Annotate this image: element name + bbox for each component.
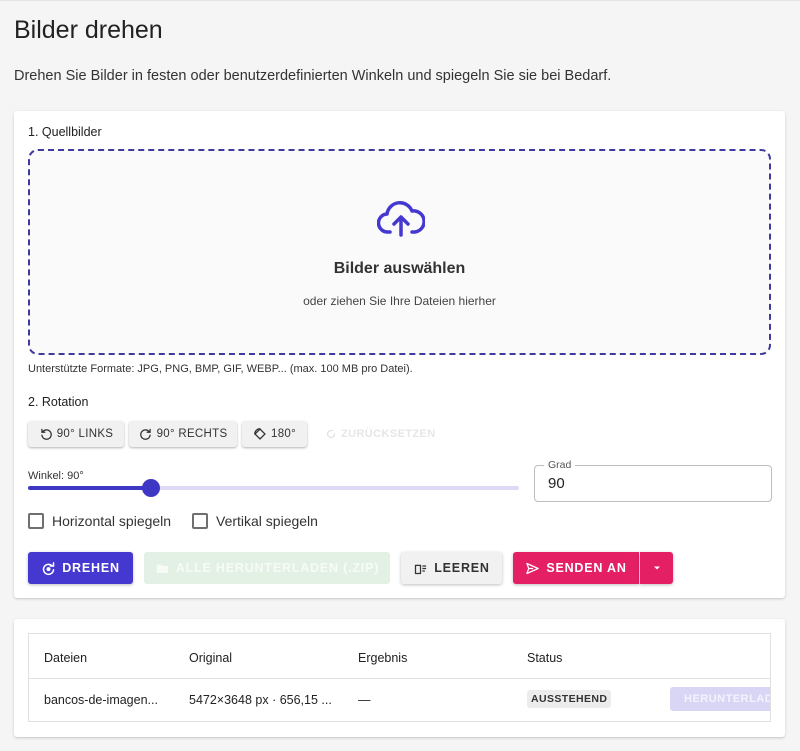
cell-result: —: [358, 693, 371, 707]
reset-button[interactable]: ZURÜCKSETZEN: [325, 427, 436, 441]
rotate-action-icon: [43, 561, 55, 575]
angle-slider-fill: [28, 486, 151, 490]
rotate-left-90-label: 90° LINKS: [56, 428, 114, 440]
column-header-result: Ergebnis: [358, 651, 408, 665]
header-divider: [29, 678, 770, 679]
clear-list-icon: [415, 564, 427, 574]
angle-slider[interactable]: [28, 479, 519, 497]
download-all-zip-label: ALLE HERUNTERLADEN (.ZIP): [175, 561, 380, 575]
status-badge: AUSSTEHEND: [527, 690, 612, 708]
rotate-180-button[interactable]: 180°: [242, 421, 307, 447]
mirror-vertical-box[interactable]: [192, 513, 208, 529]
rotate-left-90-button[interactable]: 90° LINKS: [28, 421, 124, 447]
degree-field-label: Grad: [544, 459, 576, 471]
send-to-dropdown-button[interactable]: [640, 552, 673, 584]
top-divider: [0, 0, 800, 1]
rotate-settings-card: 1. Quellbilder Bilder auswählen oder zie…: [14, 111, 785, 598]
mirror-vertical-label: Vertikal spiegeln: [216, 513, 318, 529]
cloud-upload-icon: [377, 201, 425, 237]
column-header-status: Status: [527, 651, 563, 665]
clear-button-label: LEEREN: [434, 561, 490, 575]
cell-original: 5472×3648 px · 656,15 ...: [189, 693, 332, 707]
row-download-button[interactable]: HERUNTERLADEN: [670, 687, 770, 711]
image-dropzone[interactable]: Bilder auswählen oder ziehen Sie Ihre Da…: [28, 149, 771, 355]
supported-formats-text: Unterstützte Formate: JPG, PNG, BMP, GIF…: [28, 363, 413, 375]
rotate-button-label: DREHEN: [62, 561, 120, 575]
column-header-files: Dateien: [44, 651, 88, 665]
folder-zip-icon: [156, 564, 168, 573]
dropzone-subtitle: oder ziehen Sie Ihre Dateien hierher: [303, 294, 496, 308]
rotation-section-label: 2. Rotation: [28, 395, 89, 409]
rotate-180-icon: [254, 428, 266, 440]
page-title: Bilder drehen: [14, 16, 163, 44]
rotate-button[interactable]: DREHEN: [28, 552, 133, 584]
mirror-vertical-checkbox[interactable]: Vertikal spiegeln: [192, 513, 318, 529]
angle-label: Winkel: 90°: [28, 470, 84, 482]
mirror-horizontal-box[interactable]: [28, 513, 44, 529]
send-to-label: SENDEN AN: [546, 561, 627, 575]
refresh-icon: [326, 429, 336, 439]
cell-file-name: bancos-de-imagen...: [44, 693, 158, 707]
rotate-180-label: 180°: [271, 428, 296, 440]
send-icon: [526, 562, 540, 574]
rotate-right-90-label: 90° RECHTS: [156, 428, 228, 440]
reset-label: ZURÜCKSETZEN: [341, 428, 436, 440]
source-section-label: 1. Quellbilder: [28, 125, 102, 139]
clear-button[interactable]: LEEREN: [401, 552, 502, 584]
rotate-left-icon: [41, 428, 52, 440]
rotate-right-icon: [139, 428, 151, 440]
mirror-horizontal-label: Horizontal spiegeln: [52, 513, 172, 529]
send-to-button[interactable]: SENDEN AN: [513, 552, 639, 584]
page-subtitle: Drehen Sie Bilder in festen oder benutze…: [14, 68, 612, 84]
degree-input[interactable]: [548, 475, 748, 492]
rotate-right-90-button[interactable]: 90° RECHTS: [129, 421, 237, 447]
files-card: Dateien Original Ergebnis Status bancos-…: [14, 619, 785, 737]
row-download-label: HERUNTERLADEN: [684, 693, 770, 705]
files-table: Dateien Original Ergebnis Status bancos-…: [28, 633, 771, 722]
column-header-original: Original: [189, 651, 233, 665]
angle-slider-thumb[interactable]: [141, 479, 160, 497]
caret-down-icon: [653, 566, 660, 570]
download-all-zip-button[interactable]: ALLE HERUNTERLADEN (.ZIP): [144, 552, 390, 584]
dropzone-title: Bilder auswählen: [333, 260, 466, 277]
mirror-horizontal-checkbox[interactable]: Horizontal spiegeln: [28, 513, 171, 529]
degree-field: Grad: [534, 459, 772, 502]
